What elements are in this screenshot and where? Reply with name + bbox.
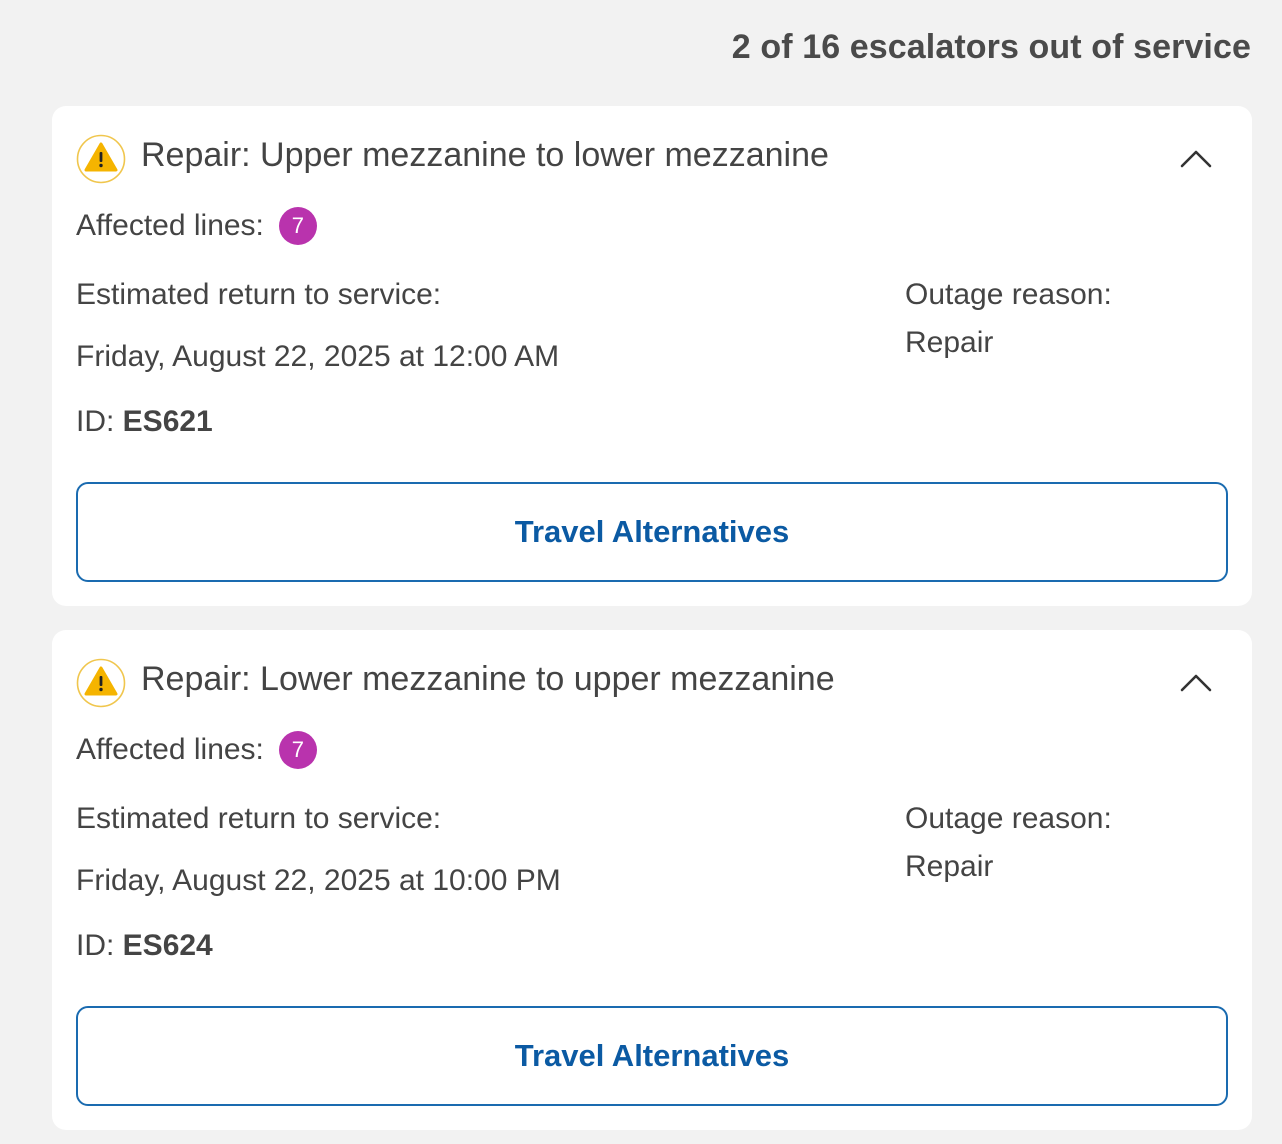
return-to-service-label: Estimated return to service: — [76, 278, 442, 311]
travel-alternatives-button[interactable]: Travel Alternatives — [76, 482, 1228, 582]
chevron-up-icon[interactable] — [1178, 144, 1214, 172]
outage-reason-value: Repair — [905, 850, 994, 883]
outage-id-value: ES624 — [122, 929, 213, 962]
affected-lines: Affected lines: 7 — [76, 730, 317, 770]
chevron-up-icon[interactable] — [1178, 668, 1214, 696]
outage-title: Repair: Upper mezzanine to lower mezzani… — [141, 136, 829, 174]
return-to-service-value: Friday, August 22, 2025 at 10:00 PM — [76, 864, 561, 897]
affected-lines-label: Affected lines: — [76, 209, 264, 242]
outage-summary: 2 of 16 escalators out of service — [731, 28, 1251, 66]
return-to-service-label: Estimated return to service: — [76, 802, 442, 835]
outage-id: ID: ES621 — [76, 405, 213, 439]
outage-reason-label: Outage reason: — [905, 278, 1112, 311]
outage-id-label: ID: — [76, 405, 123, 438]
outage-card: Repair: Upper mezzanine to lower mezzani… — [52, 106, 1252, 606]
outage-id-value: ES621 — [122, 405, 213, 438]
page: 2 of 16 escalators out of service Repair… — [0, 0, 1282, 1144]
outage-reason-label: Outage reason: — [905, 802, 1112, 835]
line-7-badge[interactable]: 7 — [278, 731, 317, 769]
return-to-service-value: Friday, August 22, 2025 at 12:00 AM — [76, 340, 560, 373]
outage-card: Repair: Lower mezzanine to upper mezzani… — [52, 630, 1252, 1130]
affected-lines: Affected lines: 7 — [76, 206, 317, 246]
travel-alternatives-button[interactable]: Travel Alternatives — [76, 1006, 1228, 1106]
outage-reason-value: Repair — [905, 326, 994, 359]
outage-id-label: ID: — [76, 929, 123, 962]
line-7-badge[interactable]: 7 — [278, 207, 317, 245]
warning-icon — [76, 134, 126, 184]
outage-id: ID: ES624 — [76, 929, 213, 963]
affected-lines-label: Affected lines: — [76, 733, 264, 766]
warning-icon — [76, 658, 126, 708]
outage-title: Repair: Lower mezzanine to upper mezzani… — [141, 660, 835, 698]
